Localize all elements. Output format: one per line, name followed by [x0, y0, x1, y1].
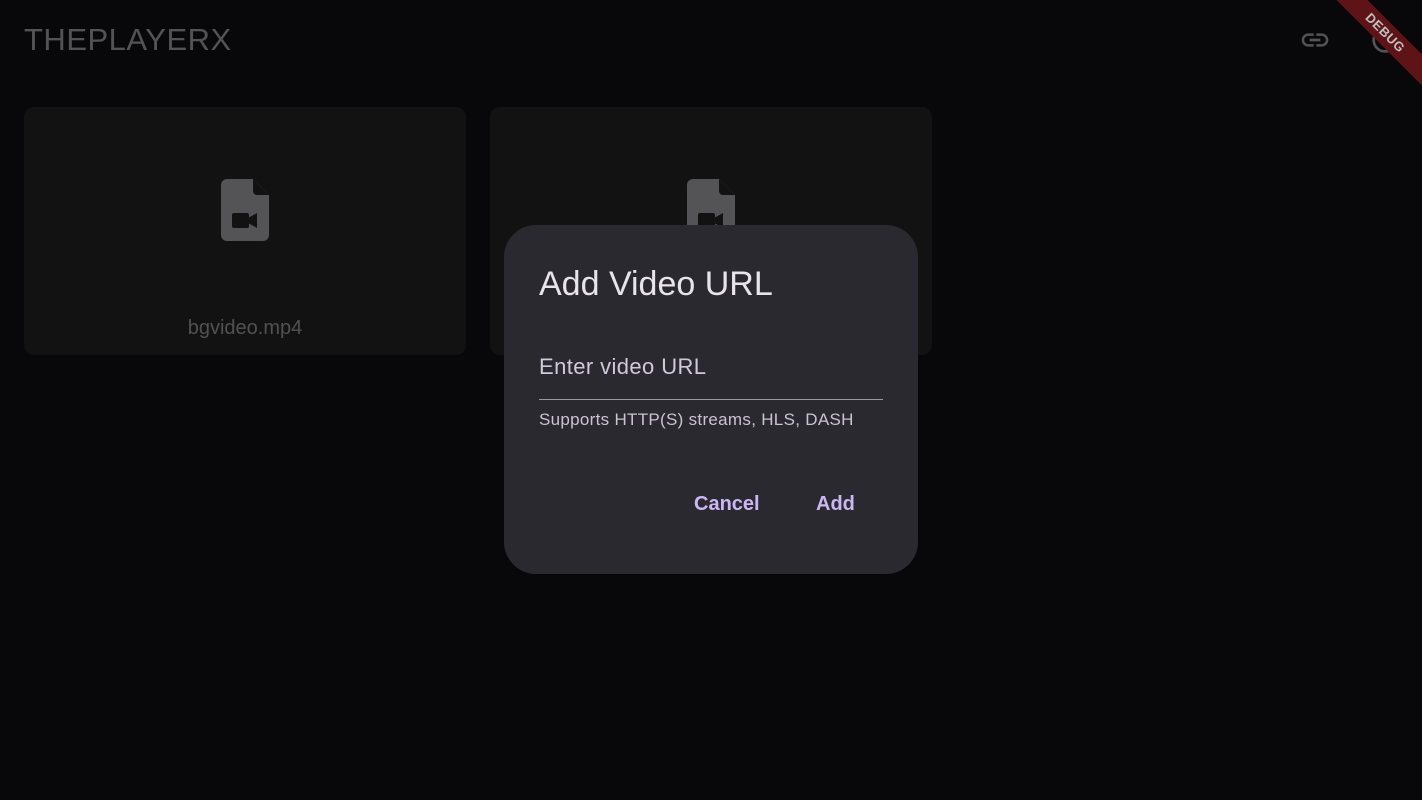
- add-button[interactable]: Add: [806, 487, 865, 521]
- dialog-title: Add Video URL: [539, 265, 773, 303]
- video-url-input[interactable]: [539, 345, 883, 400]
- url-helper-text: Supports HTTP(S) streams, HLS, DASH: [539, 410, 854, 429]
- add-video-url-dialog: Add Video URL Supports HTTP(S) streams, …: [504, 225, 918, 574]
- app-root: THEPLAYERX bgvideo.mp4 DEBUG Add Video U…: [0, 0, 1422, 800]
- cancel-button[interactable]: Cancel: [684, 487, 770, 521]
